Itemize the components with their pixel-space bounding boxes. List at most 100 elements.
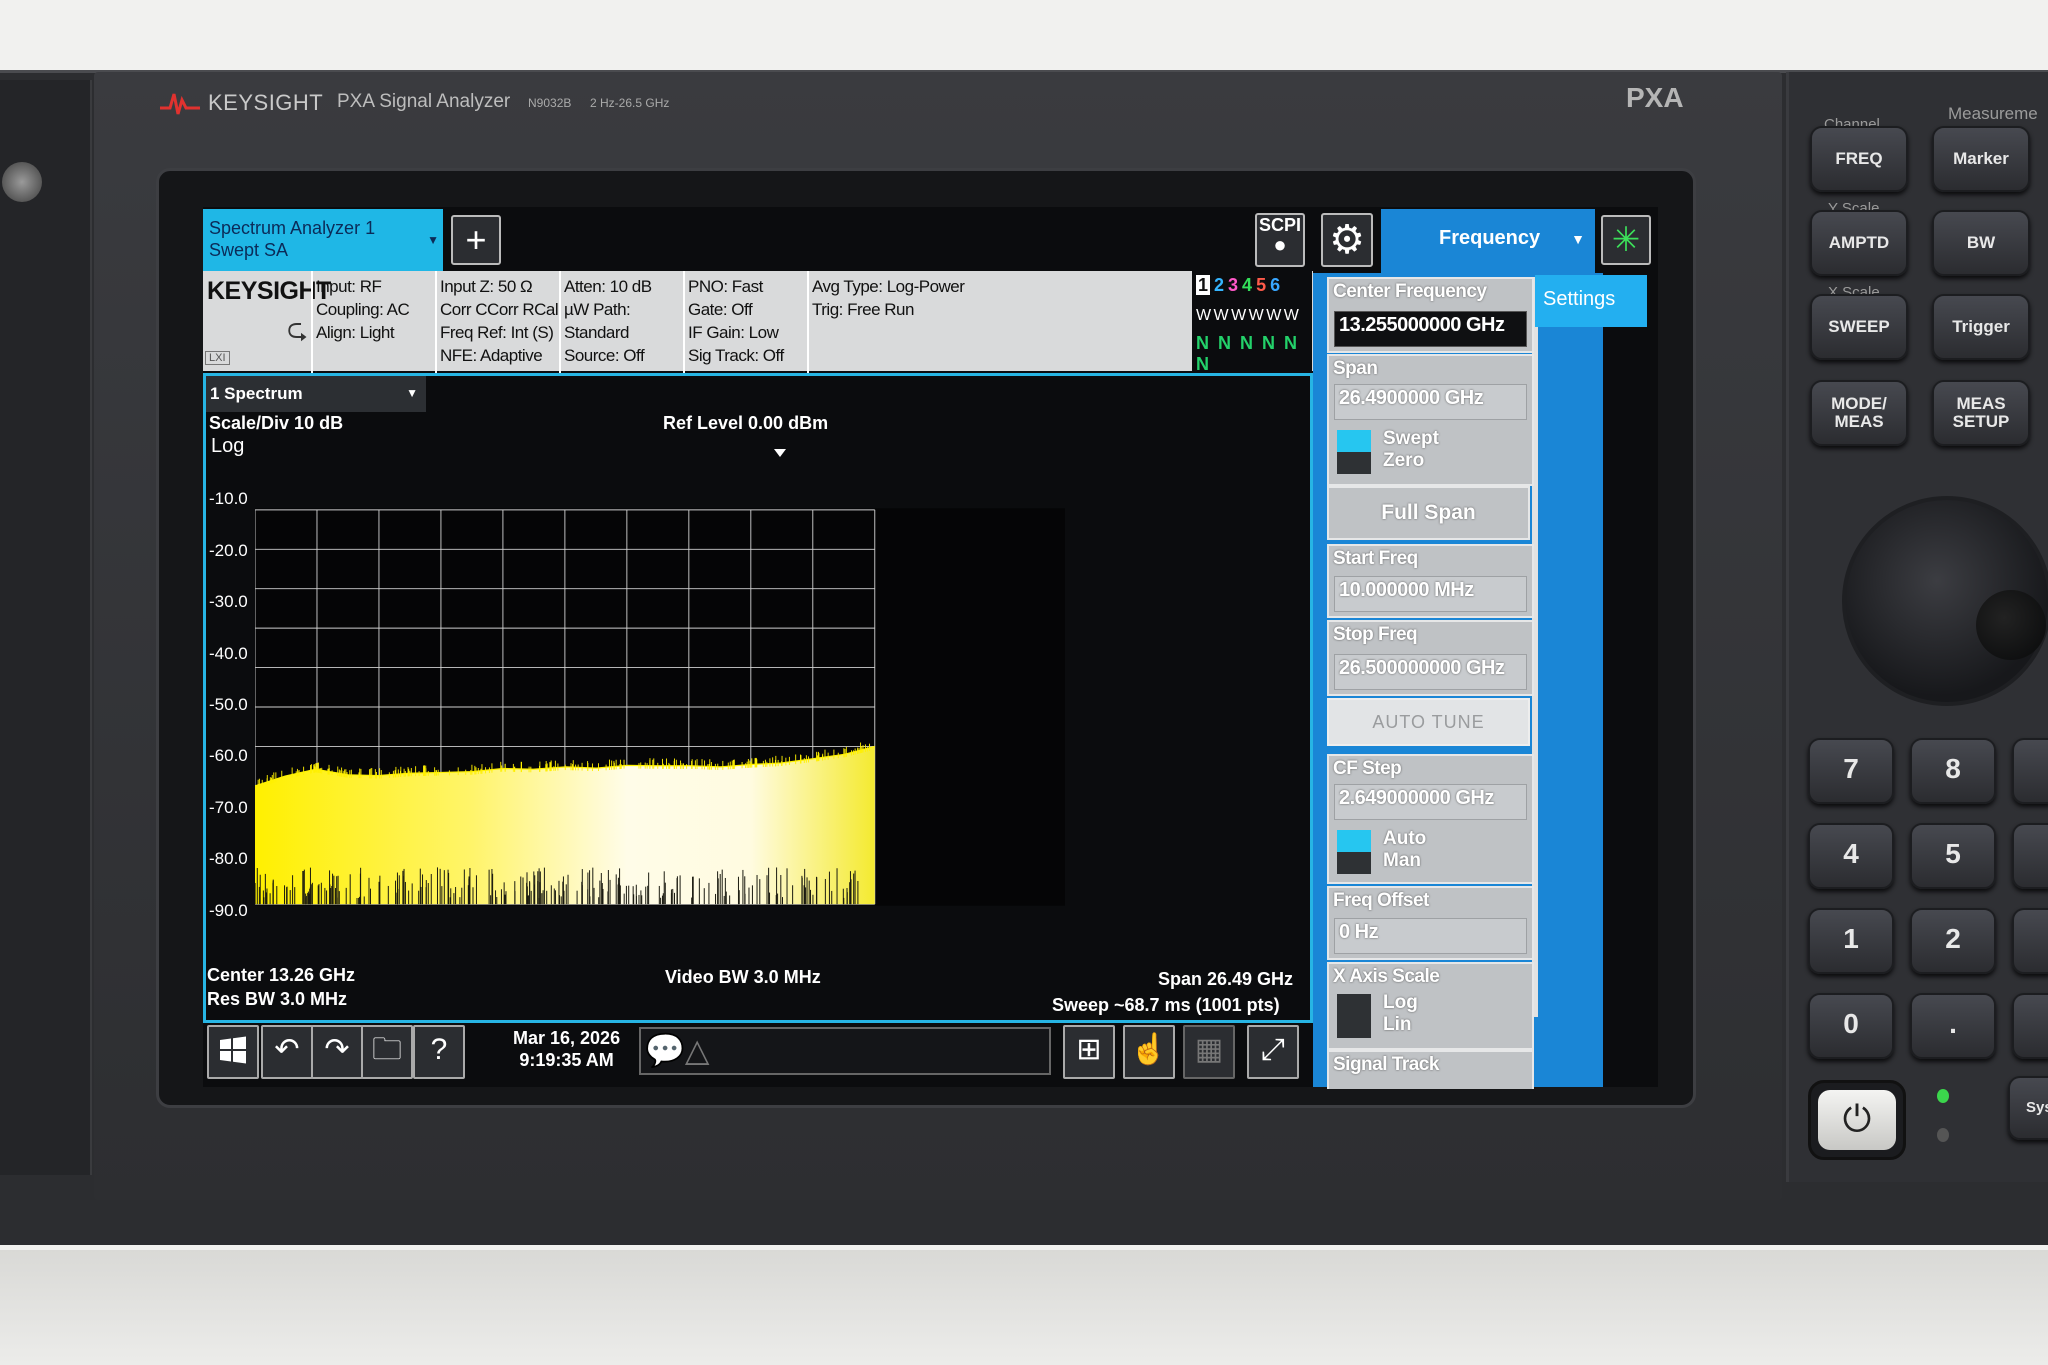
key-2[interactable]: 2 bbox=[1910, 908, 1996, 974]
multi-view-icon[interactable]: ▦ bbox=[1183, 1025, 1235, 1079]
meas-setup-key[interactable]: MEAS SETUP bbox=[1932, 380, 2030, 446]
y-tick-label: -10.0 bbox=[209, 489, 248, 509]
freq-offset-control[interactable]: Freq Offset 0 Hz bbox=[1327, 886, 1534, 960]
restart-sweep-icon[interactable]: ✳ bbox=[1601, 215, 1651, 265]
trace-number-4[interactable]: 4 bbox=[1242, 275, 1252, 295]
swept-option[interactable]: Swept bbox=[1383, 428, 1439, 450]
window-title-dropdown[interactable]: 1 Spectrum ▼ bbox=[206, 376, 426, 412]
window-layout-icon[interactable]: ⊞ bbox=[1063, 1025, 1115, 1079]
info-uw-path: µW Path: Standard bbox=[564, 300, 631, 342]
menu-title-frequency[interactable]: Frequency ▼ bbox=[1381, 209, 1595, 273]
freq-offset-field[interactable]: 0 Hz bbox=[1334, 918, 1527, 954]
amptd-key[interactable]: AMPTD bbox=[1810, 210, 1908, 276]
man-toggle-indicator bbox=[1337, 852, 1371, 874]
info-avg-type: Avg Type: Log-Power bbox=[812, 277, 965, 296]
auto-option[interactable]: Auto bbox=[1383, 828, 1426, 850]
cf-step-field[interactable]: 2.649000000 GHz bbox=[1334, 784, 1527, 820]
power-on-led bbox=[1937, 1089, 1949, 1103]
touch-icon[interactable]: ☝ bbox=[1123, 1025, 1175, 1079]
stop-freq-field[interactable]: 26.500000000 GHz bbox=[1334, 654, 1527, 690]
key-decimal[interactable]: . bbox=[1910, 993, 1996, 1059]
trace-number-2[interactable]: 2 bbox=[1214, 275, 1224, 295]
center-frequency-control[interactable]: Center Frequency 13.255000000 GHz bbox=[1327, 277, 1534, 353]
info-sig-track: Sig Track: Off bbox=[688, 346, 784, 365]
freq-key[interactable]: FREQ bbox=[1810, 126, 1908, 192]
undo-icon[interactable]: ↶ bbox=[261, 1025, 313, 1079]
log-option[interactable]: Log bbox=[1383, 992, 1418, 1014]
y-tick-label: -90.0 bbox=[209, 900, 248, 920]
dropdown-arrow-icon: ▼ bbox=[1571, 231, 1585, 247]
mode-meas-key[interactable]: MODE/ MEAS bbox=[1810, 380, 1908, 446]
message-status-icon: 💬△ bbox=[645, 1032, 710, 1068]
key-8[interactable]: 8 bbox=[1910, 738, 1996, 804]
trace-indicator-box[interactable]: 123456 W W W W W W N N N N N N bbox=[1192, 271, 1312, 374]
x-axis-scale-control[interactable]: X Axis Scale Log Lin bbox=[1327, 962, 1534, 1050]
start-freq-control[interactable]: Start Freq 10.000000 MHz bbox=[1327, 544, 1534, 618]
trace-number-6[interactable]: 6 bbox=[1270, 275, 1280, 295]
signal-track-label: Signal Track bbox=[1333, 1054, 1439, 1075]
trace-number-1[interactable]: 1 bbox=[1196, 275, 1211, 295]
key-7[interactable]: 7 bbox=[1808, 738, 1894, 804]
auto-tune-button[interactable]: AUTO TUNE bbox=[1327, 698, 1530, 746]
help-icon[interactable]: ? bbox=[413, 1025, 465, 1079]
ref-level-marker bbox=[774, 449, 786, 457]
scale-per-division: Scale/Div 10 dB bbox=[209, 413, 344, 433]
info-coupling: Coupling: AC bbox=[316, 300, 410, 319]
span-annotation: Span 26.49 GHz bbox=[1158, 969, 1294, 989]
measure-group-label: Measureme bbox=[1948, 104, 2038, 123]
man-option[interactable]: Man bbox=[1383, 850, 1421, 872]
trigger-key[interactable]: Trigger bbox=[1932, 294, 2030, 360]
maximize-icon[interactable]: ⤢ bbox=[1247, 1025, 1299, 1079]
stop-freq-control[interactable]: Stop Freq 26.500000000 GHz bbox=[1327, 620, 1534, 696]
screen-tab-spectrum-analyzer[interactable]: Spectrum Analyzer 1 Swept SA ▼ bbox=[203, 209, 443, 271]
spectrum-plot[interactable] bbox=[255, 448, 1065, 966]
zero-option[interactable]: Zero bbox=[1383, 450, 1424, 472]
sweep-key[interactable]: SWEEP bbox=[1810, 294, 1908, 360]
message-area[interactable]: 💬△ bbox=[639, 1027, 1051, 1075]
info-source: Source: Off bbox=[564, 346, 645, 365]
file-folder-icon[interactable]: 🗀 bbox=[361, 1025, 413, 1079]
info-column-pno: PNO: Fast Gate: Off IF Gain: Low Sig Tra… bbox=[683, 271, 812, 375]
trace-number-3[interactable]: 3 bbox=[1228, 275, 1238, 295]
add-screen-button[interactable]: + bbox=[451, 215, 501, 265]
full-span-button[interactable]: Full Span bbox=[1327, 486, 1530, 540]
brand-name: KEYSIGHT bbox=[208, 90, 324, 115]
info-trig: Trig: Free Run bbox=[812, 300, 914, 319]
key-3-partial[interactable] bbox=[2012, 908, 2048, 974]
cf-step-control[interactable]: CF Step 2.649000000 GHz Auto Man bbox=[1327, 754, 1534, 884]
signal-track-control[interactable]: Signal Track bbox=[1327, 1050, 1534, 1089]
windows-start-icon[interactable] bbox=[207, 1025, 259, 1079]
video-bw-annotation: Video BW 3.0 MHz bbox=[665, 967, 821, 987]
y-tick-label: -30.0 bbox=[209, 592, 248, 612]
power-icon[interactable]: ⏻ bbox=[1818, 1090, 1896, 1150]
key-9-partial[interactable] bbox=[2012, 738, 2048, 804]
start-freq-field[interactable]: 10.000000 MHz bbox=[1334, 576, 1527, 612]
cf-step-label: CF Step bbox=[1333, 758, 1402, 779]
settings-gear-icon[interactable]: ⚙ bbox=[1321, 213, 1373, 267]
redo-icon[interactable]: ↷ bbox=[311, 1025, 363, 1079]
trace-number-5[interactable]: 5 bbox=[1256, 275, 1266, 295]
swept-toggle-indicator bbox=[1337, 430, 1371, 452]
system-key[interactable]: Sys bbox=[2008, 1076, 2048, 1140]
rf-connector bbox=[2, 162, 42, 202]
bw-key[interactable]: BW bbox=[1932, 210, 2030, 276]
lin-option[interactable]: Lin bbox=[1383, 1014, 1412, 1036]
trace-detectors: N N N N N N bbox=[1196, 333, 1299, 374]
screen-tab-line2: Swept SA bbox=[209, 240, 289, 260]
center-frequency-field[interactable]: 13.255000000 GHz bbox=[1334, 311, 1527, 347]
key-5[interactable]: 5 bbox=[1910, 823, 1996, 889]
marker-key[interactable]: Marker bbox=[1932, 126, 2030, 192]
key-4[interactable]: 4 bbox=[1808, 823, 1894, 889]
key-minus-partial[interactable] bbox=[2012, 993, 2048, 1059]
res-bw-annotation: Res BW 3.0 MHz bbox=[207, 989, 348, 1009]
info-column-input: Input: RF Coupling: AC Align: Light bbox=[311, 271, 440, 375]
reference-level: Ref Level 0.00 dBm bbox=[663, 413, 829, 433]
key-0[interactable]: 0 bbox=[1808, 993, 1894, 1059]
span-control[interactable]: Span 26.4900000 GHz Swept Zero bbox=[1327, 354, 1534, 486]
tab-settings[interactable]: Settings bbox=[1535, 275, 1647, 327]
key-1[interactable]: 1 bbox=[1808, 908, 1894, 974]
scpi-button[interactable]: SCPI ● bbox=[1255, 213, 1305, 267]
left-side-panel bbox=[0, 80, 92, 1175]
span-field[interactable]: 26.4900000 GHz bbox=[1334, 384, 1527, 420]
key-6-partial[interactable] bbox=[2012, 823, 2048, 889]
